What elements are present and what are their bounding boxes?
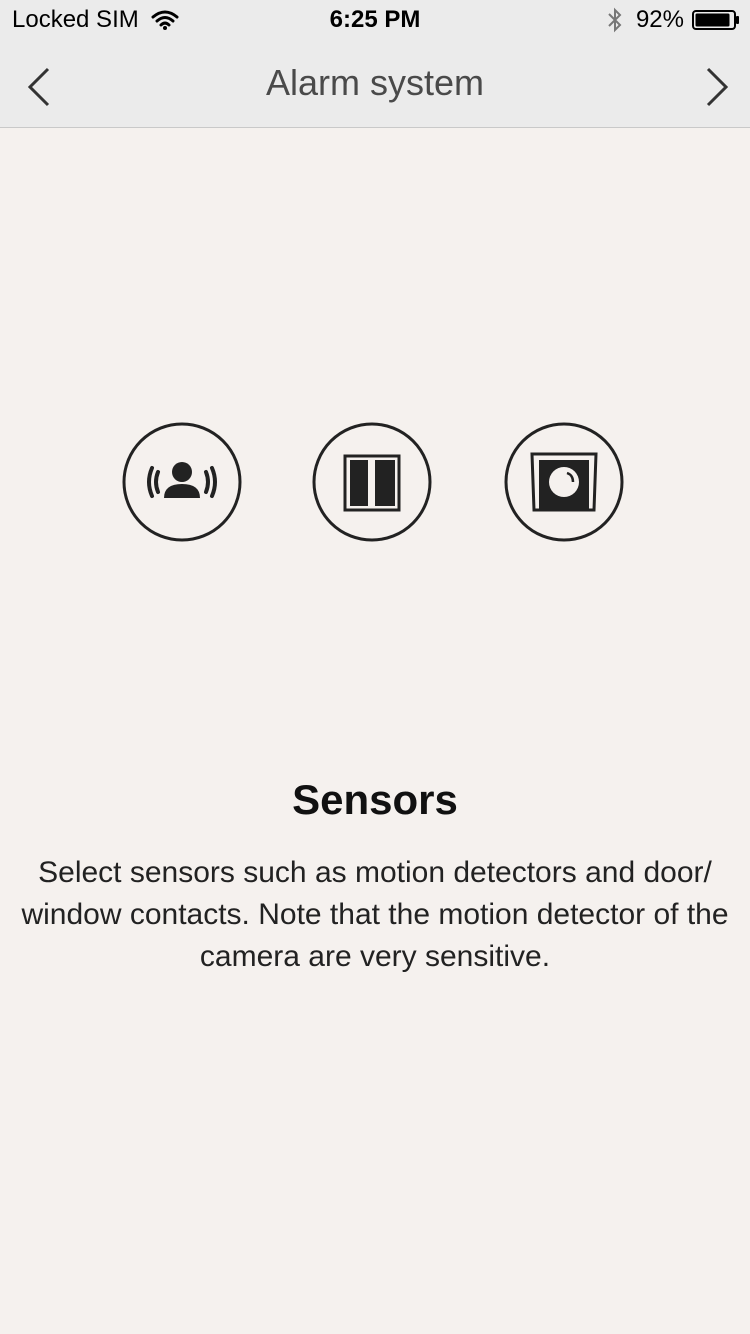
page-title: Alarm system xyxy=(265,62,485,103)
status-right: 92% xyxy=(606,6,740,34)
battery-percent: 92% xyxy=(635,6,684,33)
sensor-icons-row xyxy=(0,422,750,546)
status-bar: Locked SIM 6:25 PM 92% xyxy=(0,0,750,40)
battery-icon xyxy=(692,10,739,30)
bluetooth-icon xyxy=(608,7,622,33)
camera-icon xyxy=(504,422,624,542)
section-heading: Sensors xyxy=(292,776,458,823)
motion-detector-icon xyxy=(122,422,242,542)
door-window-contact-icon xyxy=(312,422,432,542)
navigation-bar: Alarm system xyxy=(0,40,750,128)
battery-fill xyxy=(695,13,730,27)
section-description: Select sensors such as motion detectors … xyxy=(21,856,729,973)
chevron-right-icon[interactable] xyxy=(702,66,732,108)
